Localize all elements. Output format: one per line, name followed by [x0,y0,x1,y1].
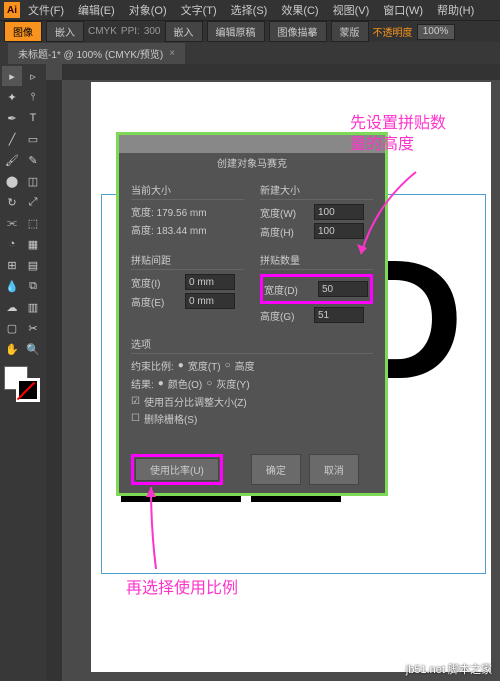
cur-height-text: 高度: 183.44 mm [131,222,207,237]
tab-close-icon[interactable]: × [169,48,175,59]
height-h-label: 高度(H) [260,224,310,239]
menu-file[interactable]: 文件(F) [22,0,70,20]
constrain-height-radio[interactable]: ○ 高度 [225,358,255,373]
mosaic-dialog: 创建对象马赛克 当前大小 宽度: 179.56 mm 高度: 183.44 mm… [116,132,388,496]
opacity-input[interactable] [417,24,455,40]
menu-help[interactable]: 帮助(H) [431,0,480,20]
arrow-bottom [126,479,186,574]
document-tab[interactable]: 未标题-1* @ 100% (CMYK/预览) × [8,43,185,64]
pen-tool[interactable]: ✒ [2,108,22,128]
artboard-tool[interactable]: ▢ [2,318,22,338]
selection-tool[interactable]: ▸ [2,66,22,86]
eraser-tool[interactable]: ◫ [23,171,43,191]
embed-button[interactable]: 嵌入 [46,21,84,42]
embed2-button[interactable]: 嵌入 [165,21,203,42]
annotation-bottom: 再选择使用比例 [126,574,238,598]
brush-tool[interactable]: 🖌 [2,150,22,170]
menu-type[interactable]: 文字(T) [175,0,223,20]
ok-button[interactable]: 确定 [251,454,301,485]
width-d-label: 宽度(D) [264,282,314,297]
menu-select[interactable]: 选择(S) [225,0,274,20]
opacity-label: 不透明度 [373,24,413,39]
count-w-input[interactable] [318,281,368,297]
tile-spacing-label: 拼贴间距 [131,252,244,270]
menu-effect[interactable]: 效果(C) [275,0,324,20]
menu-object[interactable]: 对象(O) [123,0,173,20]
colormode-label: CMYK [88,26,117,37]
blob-tool[interactable]: ⬤ [2,171,22,191]
ruler-horizontal [62,64,500,80]
dialog-titlebar[interactable] [119,135,385,153]
menu-window[interactable]: 窗口(W) [377,0,429,20]
magic-wand-tool[interactable]: ✦ [2,87,22,107]
line-tool[interactable]: ╱ [2,129,22,149]
spacing-w-input[interactable] [185,274,235,290]
graph-tool[interactable]: ▥ [23,297,43,317]
app-icon: Ai [4,2,20,18]
result-label: 结果: [131,376,154,391]
current-size-label: 当前大小 [131,182,244,200]
use-percent-checkbox[interactable]: ☑ 使用百分比调整大小(Z) [131,394,373,409]
cancel-button[interactable]: 取消 [309,454,359,485]
toolbar: ▸ ▹ ✦ ⫯ ✒ T ╱ ▭ 🖌 ✎ ⬤ ◫ ↻ ⤢ ⫘ ⬚ ◔ ▦ ⊞ ▤ … [0,64,46,681]
image-trace-button[interactable]: 图像描摹 [269,21,327,42]
gradient-tool[interactable]: ▤ [23,255,43,275]
tabbar: 未标题-1* @ 100% (CMYK/预览) × [0,42,500,64]
options-bar: 图像 嵌入 CMYK PPI: 300 嵌入 编辑原稿 图像描摹 蒙版 不透明度 [0,20,500,42]
height-g-label: 高度(G) [260,308,310,323]
annotation-top: 先设置拼贴数 量的高度 [350,114,446,156]
ppi-label: PPI: [121,26,140,37]
menu-edit[interactable]: 编辑(E) [72,0,121,20]
mesh-tool[interactable]: ⊞ [2,255,22,275]
zoom-tool[interactable]: 🔍 [23,339,43,359]
perspective-tool[interactable]: ▦ [23,234,43,254]
pencil-tool[interactable]: ✎ [23,150,43,170]
rotate-tool[interactable]: ↻ [2,192,22,212]
arrow-top [356,164,436,264]
free-transform-tool[interactable]: ⬚ [23,213,43,233]
constrain-label: 约束比例: [131,358,174,373]
edit-original-button[interactable]: 编辑原稿 [207,21,265,42]
ppi-value: 300 [144,26,161,37]
direct-select-tool[interactable]: ▹ [23,66,43,86]
color-swatch[interactable] [2,364,42,404]
blend-tool[interactable]: ⧉ [23,276,43,296]
height-e-label: 高度(E) [131,294,181,309]
options-label: 选项 [131,336,373,354]
shape-builder-tool[interactable]: ◔ [2,234,22,254]
symbol-tool[interactable]: ☁ [2,297,22,317]
result-gray-radio[interactable]: ○ 灰度(Y) [206,376,249,391]
tile-width-highlight: 宽度(D) [260,274,373,304]
dialog-title: 创建对象马赛克 [119,153,385,172]
scale-tool[interactable]: ⤢ [23,192,43,212]
use-ratio-button[interactable]: 使用比率(U) [135,458,219,481]
tab-label: 未标题-1* @ 100% (CMYK/预览) [18,46,163,61]
cur-width-text: 宽度: 179.56 mm [131,204,207,219]
result-color-radio[interactable]: ● 颜色(O) [158,376,203,391]
canvas-area[interactable]: D 创建对象马赛克 当前大小 宽度: 179.56 mm 高度: 183.44 … [46,64,500,681]
count-h-input[interactable] [314,307,364,323]
slice-tool[interactable]: ✂ [23,318,43,338]
lasso-tool[interactable]: ⫯ [23,87,43,107]
spacing-h-input[interactable] [185,293,235,309]
mask-button[interactable]: 蒙版 [331,21,369,42]
width-i-label: 宽度(I) [131,275,181,290]
menu-view[interactable]: 视图(V) [327,0,376,20]
width-w-label: 宽度(W) [260,205,310,220]
image-button[interactable]: 图像 [4,21,42,42]
ruler-vertical [46,80,62,681]
watermark: jb51.net 脚本之家 [406,661,492,677]
width-tool[interactable]: ⫘ [2,213,22,233]
eyedropper-tool[interactable]: 💧 [2,276,22,296]
type-tool[interactable]: T [23,108,43,128]
hand-tool[interactable]: ✋ [2,339,22,359]
constrain-width-radio[interactable]: ● 宽度(T) [178,358,221,373]
workspace: ▸ ▹ ✦ ⫯ ✒ T ╱ ▭ 🖌 ✎ ⬤ ◫ ↻ ⤢ ⫘ ⬚ ◔ ▦ ⊞ ▤ … [0,64,500,681]
delete-raster-checkbox[interactable]: ☐ 删除栅格(S) [131,411,373,426]
rectangle-tool[interactable]: ▭ [23,129,43,149]
menubar: Ai 文件(F) 编辑(E) 对象(O) 文字(T) 选择(S) 效果(C) 视… [0,0,500,20]
